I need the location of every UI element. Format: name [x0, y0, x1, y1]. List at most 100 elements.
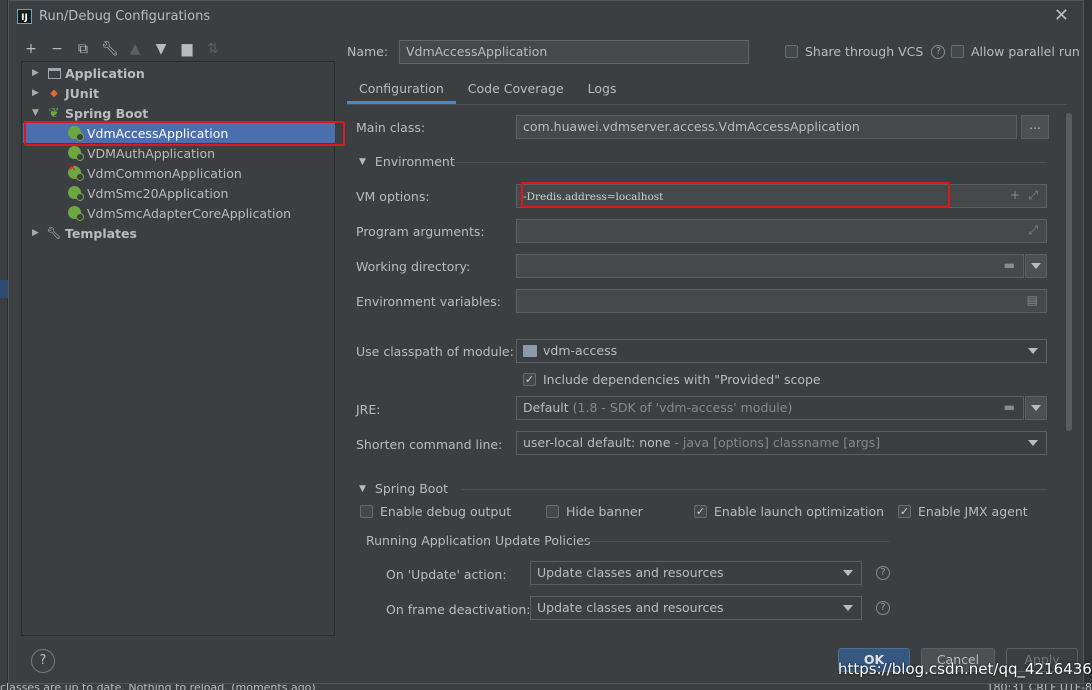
expand-arrow-icon[interactable]: ▶ — [32, 88, 46, 98]
frame-deactivation-label: On frame deactivation: — [386, 602, 531, 617]
working-directory-label: Working directory: — [356, 259, 471, 274]
dialog-titlebar: IJ Run/Debug Configurations — [9, 1, 1083, 31]
checkbox-checked-icon[interactable]: ✓ — [898, 505, 911, 518]
expand-plus-icon[interactable]: + — [1010, 188, 1020, 202]
section-divider — [461, 489, 1047, 490]
list-edit-icon[interactable]: ▤ — [1027, 293, 1038, 307]
expand-editor-icon[interactable]: ⤢ — [1028, 223, 1038, 238]
working-directory-dropdown[interactable] — [1025, 254, 1047, 278]
tree-item-vdm-smc20-application[interactable]: VdmSmc20Application — [68, 183, 228, 203]
sort-icon[interactable]: ⇅ — [205, 41, 221, 57]
help-icon[interactable]: ? — [876, 601, 890, 615]
tree-item-templates[interactable]: ▶ 🔧︎ Templates — [32, 223, 137, 243]
expand-arrow-icon[interactable]: ▶ — [32, 68, 46, 78]
expand-arrow-icon[interactable]: ▶ — [32, 228, 46, 238]
environment-section[interactable]: ▼ Environment — [359, 154, 455, 169]
program-arguments-label: Program arguments: — [356, 224, 485, 239]
help-icon[interactable]: ? — [931, 44, 946, 59]
collapse-arrow-icon[interactable]: ▼ — [359, 484, 366, 494]
config-tabs: Configuration Code Coverage Logs — [347, 74, 629, 104]
share-vcs-checkbox[interactable]: Share through VCS ? — [785, 44, 946, 59]
tree-item-spring-boot[interactable]: ▼ ❦ Spring Boot — [32, 103, 148, 123]
tab-logs[interactable]: Logs — [576, 74, 629, 104]
working-directory-input[interactable]: ▬ — [516, 254, 1024, 278]
update-action-label: On 'Update' action: — [386, 567, 507, 582]
tab-code-coverage[interactable]: Code Coverage — [456, 74, 576, 104]
classpath-module-select[interactable]: vdm-access — [516, 339, 1047, 363]
spring-boot-section[interactable]: ▼ Spring Boot — [359, 481, 448, 496]
environment-variables-input[interactable]: ▤ — [516, 289, 1047, 313]
checkbox-unchecked-icon[interactable] — [785, 45, 798, 58]
environment-variables-label: Environment variables: — [356, 294, 501, 309]
run-debug-dialog: IJ Run/Debug Configurations ✕ + − ⧉ 🔧︎ ▲… — [8, 0, 1084, 684]
hide-banner-checkbox[interactable]: Hide banner — [546, 504, 643, 519]
jre-select[interactable]: Default (1.8 - SDK of 'vdm-access' modul… — [516, 396, 1024, 420]
vm-options-highlight-box — [521, 182, 950, 208]
remove-icon[interactable]: − — [49, 41, 65, 57]
section-divider — [453, 162, 1047, 163]
tab-configuration[interactable]: Configuration — [347, 74, 456, 104]
tree-item-vdm-common-application[interactable]: ✕ VdmCommonApplication — [68, 163, 242, 183]
config-toolbar: + − ⧉ 🔧︎ ▲ ▼ ▆ ⇅ — [23, 39, 221, 59]
tree-item-junit[interactable]: ▶ ◆ JUnit — [32, 83, 99, 103]
help-button[interactable]: ? — [31, 649, 55, 673]
checkbox-unchecked-icon[interactable] — [360, 505, 373, 518]
enable-debug-output-checkbox[interactable]: Enable debug output — [360, 504, 511, 519]
name-input[interactable]: VdmAccessApplication — [399, 40, 749, 64]
tree-item-vdm-smc-adapter-core-application[interactable]: VdmSmcAdapterCoreApplication — [68, 203, 291, 223]
section-divider — [583, 541, 889, 542]
vm-options-label: VM options: — [356, 189, 430, 204]
include-dependencies-label: Include dependencies with "Provided" sco… — [543, 372, 821, 387]
jre-hint: (1.8 - SDK of 'vdm-access' module) — [572, 400, 793, 415]
collapse-arrow-icon[interactable]: ▼ — [359, 157, 366, 167]
wrench-icon[interactable]: 🔧︎ — [101, 41, 119, 57]
move-down-icon[interactable]: ▼ — [153, 41, 169, 57]
allow-parallel-checkbox[interactable]: Allow parallel run — [951, 44, 1080, 59]
vertical-scrollbar[interactable] — [1066, 113, 1072, 431]
expand-editor-icon[interactable]: ⤢ — [1028, 188, 1038, 203]
close-icon[interactable]: ✕ — [1054, 5, 1069, 26]
enable-jmx-agent-checkbox[interactable]: ✓ Enable JMX agent — [898, 504, 1028, 519]
jre-dropdown[interactable] — [1025, 396, 1047, 420]
spring-boot-section-label: Spring Boot — [374, 481, 449, 496]
shorten-command-line-select[interactable]: user-local default: none - java [options… — [516, 431, 1047, 455]
frame-deactivation-select[interactable]: Update classes and resources — [530, 596, 862, 620]
folder-icon[interactable]: ▬ — [1004, 258, 1015, 272]
hide-banner-label: Hide banner — [566, 504, 643, 519]
folder-icon[interactable]: ▬ — [1004, 400, 1015, 414]
tree-item-label: Templates — [65, 225, 137, 241]
folder-add-icon[interactable]: ▆ — [179, 41, 195, 57]
tree-item-application[interactable]: ▶ Application — [32, 63, 145, 83]
program-arguments-input[interactable]: ⤢ — [516, 219, 1047, 243]
spring-run-icon — [68, 205, 84, 221]
tree-item-vdm-auth-application[interactable]: VDMAuthApplication — [68, 143, 215, 163]
checkbox-unchecked-icon[interactable] — [951, 45, 964, 58]
add-icon[interactable]: + — [23, 41, 39, 57]
tree-item-label: VdmSmc20Application — [87, 185, 229, 201]
enable-launch-optimization-checkbox[interactable]: ✓ Enable launch optimization — [694, 504, 884, 519]
include-dependencies-checkbox[interactable]: ✓ Include dependencies with "Provided" s… — [523, 372, 821, 387]
main-class-input[interactable]: com.huawei.vdmserver.access.VdmAccessApp… — [516, 115, 1017, 139]
checkbox-unchecked-icon[interactable] — [546, 505, 559, 518]
application-icon — [46, 65, 62, 81]
junit-icon: ◆ — [50, 87, 58, 99]
share-vcs-label: Share through VCS — [805, 44, 924, 59]
collapse-arrow-icon[interactable]: ▼ — [32, 108, 46, 118]
chevron-down-icon — [1031, 263, 1041, 269]
tree-item-label: VDMAuthApplication — [87, 145, 216, 161]
name-label: Name: — [347, 44, 389, 59]
copy-icon[interactable]: ⧉ — [75, 41, 91, 57]
help-icon[interactable]: ? — [876, 566, 890, 580]
main-class-browse-button[interactable]: ... — [1021, 115, 1049, 139]
enable-launch-optimization-label: Enable launch optimization — [714, 504, 885, 519]
chevron-down-icon — [1031, 405, 1041, 411]
dialog-title: Run/Debug Configurations — [39, 8, 211, 24]
watermark: https://blog.csdn.net/qq_42164368 — [838, 660, 1092, 678]
move-up-icon[interactable]: ▲ — [127, 41, 143, 57]
config-tree: ▶ Application ▶ ◆ JUnit ▼ ❦ Spring Boot … — [21, 61, 345, 636]
checkbox-checked-icon[interactable]: ✓ — [694, 505, 707, 518]
enable-debug-output-label: Enable debug output — [380, 504, 512, 519]
checkbox-checked-icon[interactable]: ✓ — [523, 373, 536, 386]
spring-run-icon — [68, 145, 84, 161]
update-action-select[interactable]: Update classes and resources — [530, 561, 862, 585]
